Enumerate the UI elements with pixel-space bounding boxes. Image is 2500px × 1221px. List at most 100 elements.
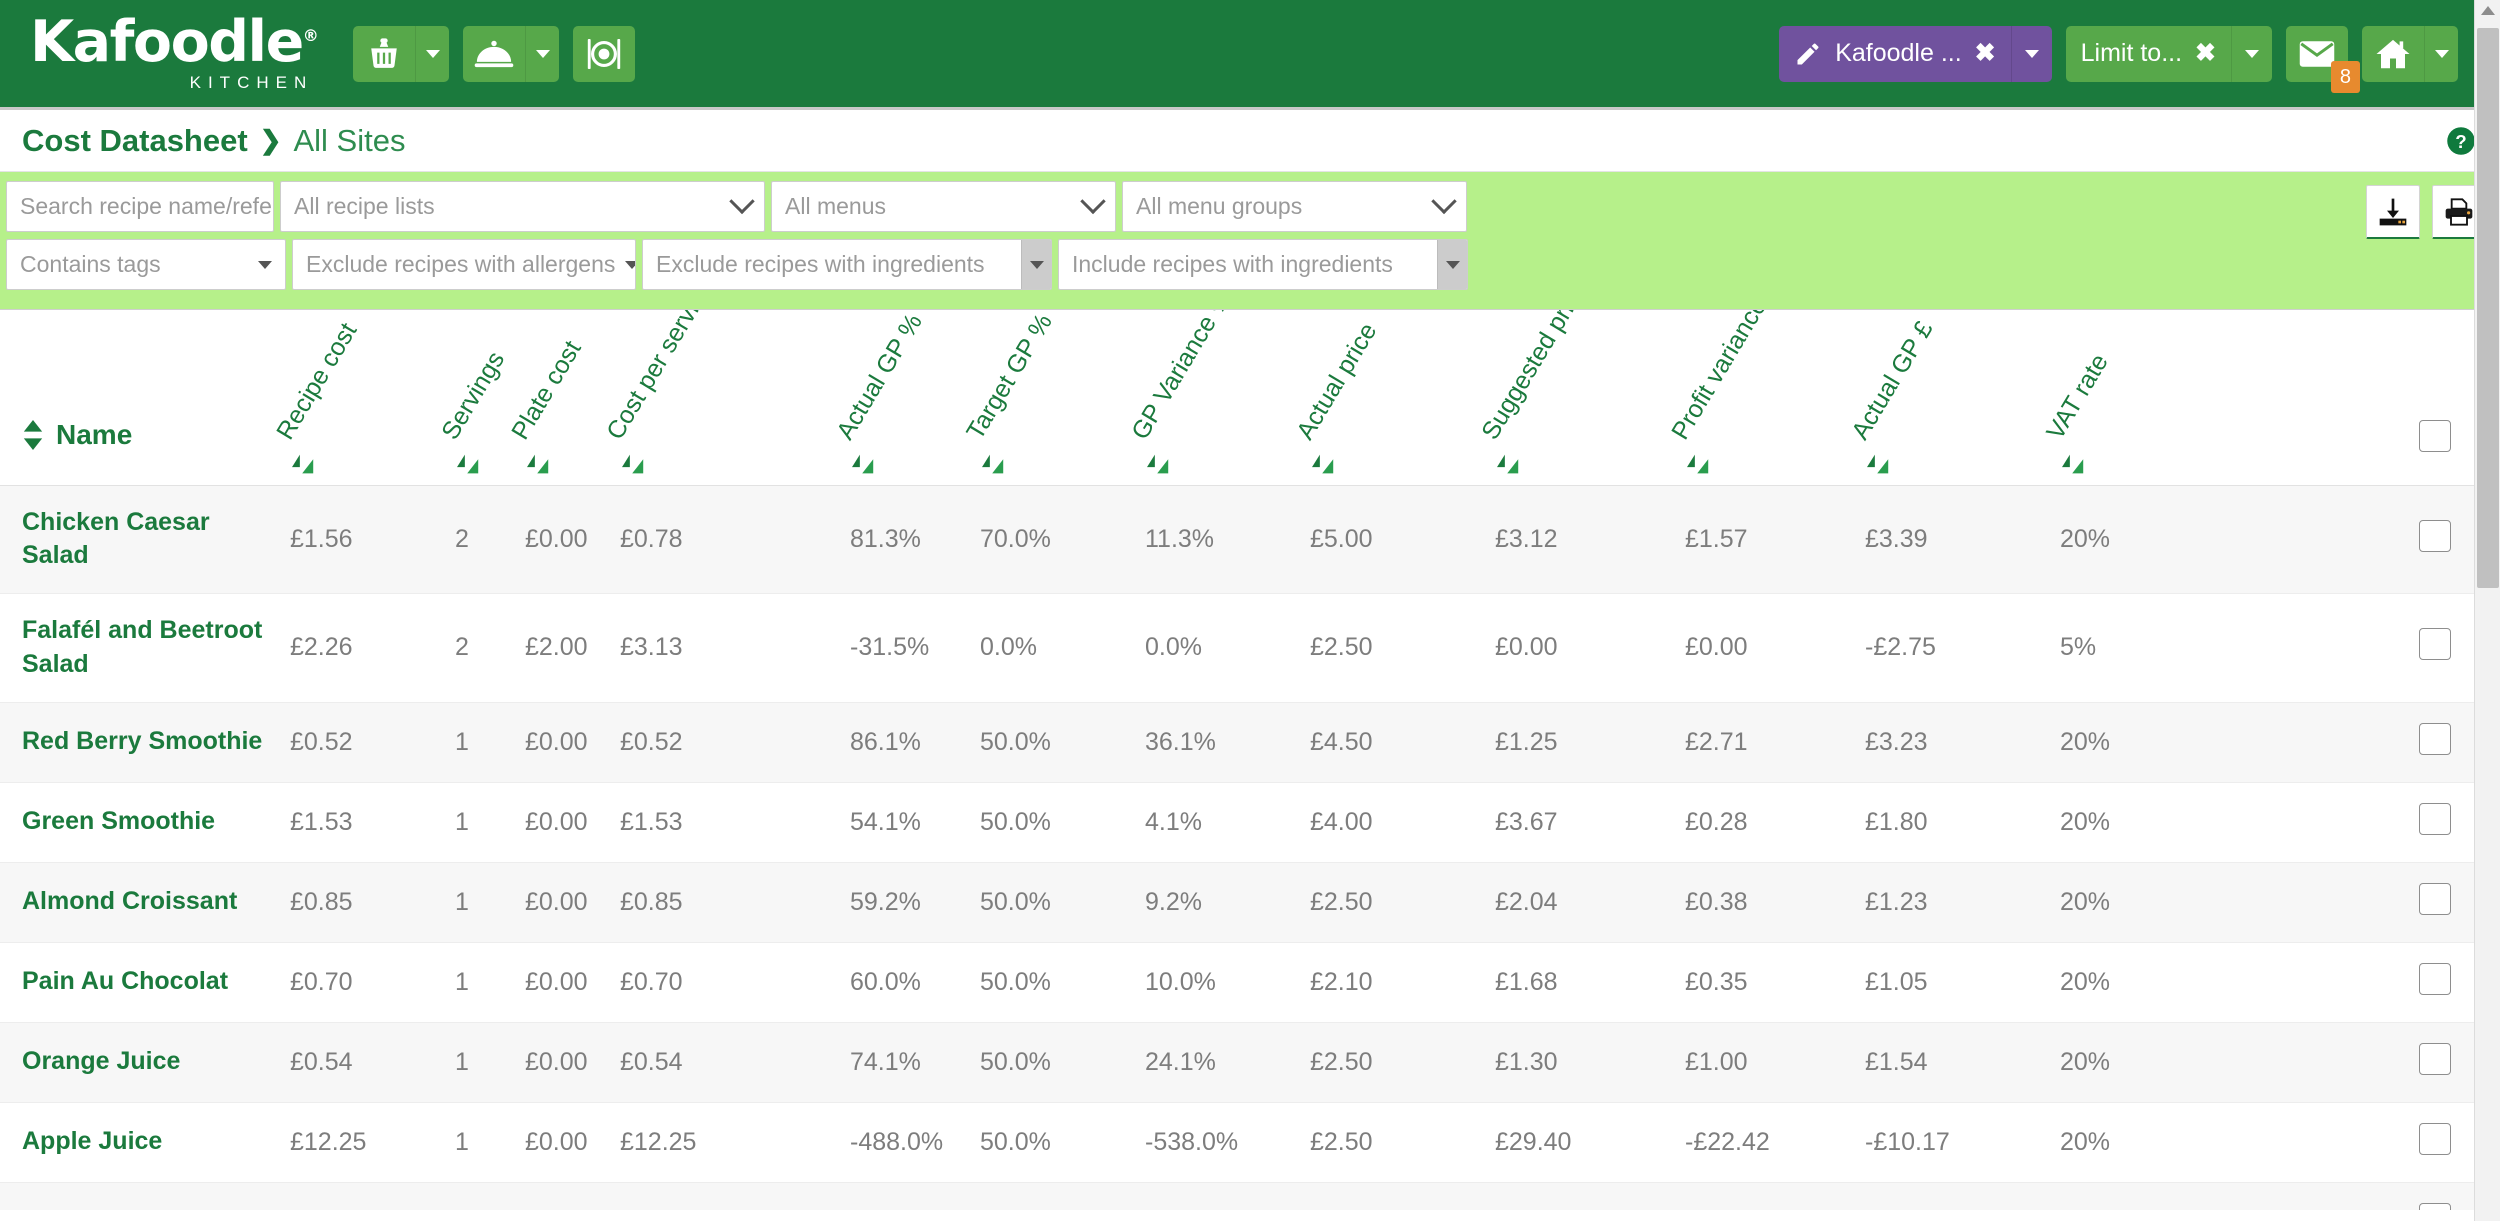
- column-header-cost-per-serving[interactable]: Cost per serving: [601, 310, 850, 486]
- basket-button[interactable]: [353, 25, 416, 82]
- exclude-allergens-select[interactable]: Exclude recipes with allergens: [292, 239, 636, 290]
- sort-icon[interactable]: [1497, 453, 1519, 475]
- table-row[interactable]: Red Berry Smoothie £0.52 1 £0.00 £0.52 86.1% 5…: [0, 702, 2475, 783]
- select-all-checkbox[interactable]: [2419, 419, 2451, 452]
- row-select-cell[interactable]: [2220, 593, 2475, 703]
- account-dropdown-toggle[interactable]: [2012, 26, 2052, 82]
- row-select-cell[interactable]: [2220, 485, 2475, 594]
- row-select-cell[interactable]: [2220, 1102, 2475, 1183]
- cell-suggested-price: £1.68: [1495, 942, 1685, 1023]
- column-header-actual-gp-gbp[interactable]: Actual GP £: [1846, 310, 2060, 486]
- download-button[interactable]: [2366, 185, 2420, 239]
- column-header-suggested-price[interactable]: Suggested price: [1476, 310, 1685, 486]
- row-checkbox[interactable]: [2419, 1042, 2451, 1075]
- sort-icon[interactable]: [852, 453, 874, 475]
- row-checkbox[interactable]: [2419, 519, 2451, 552]
- recipe-name-cell[interactable]: Red Berry Smoothie: [0, 702, 290, 783]
- column-header-target-gp-percent[interactable]: Target GP %: [961, 310, 1145, 486]
- sort-icon[interactable]: [1312, 453, 1334, 475]
- sort-icon[interactable]: [1147, 453, 1169, 475]
- breadcrumb-parent[interactable]: Cost Datasheet: [22, 123, 248, 159]
- row-checkbox[interactable]: [2419, 882, 2451, 915]
- column-header-profit-variance[interactable]: Profit variance: [1666, 310, 1865, 486]
- row-checkbox[interactable]: [2419, 962, 2451, 995]
- row-select-cell[interactable]: [2220, 1182, 2475, 1210]
- menus-select[interactable]: All menus: [771, 181, 1116, 232]
- row-checkbox[interactable]: [2419, 722, 2451, 755]
- menus-dropdown-toggle[interactable]: [525, 25, 560, 82]
- plate-cutlery-button[interactable]: [573, 25, 636, 82]
- sort-icon[interactable]: [982, 453, 1004, 475]
- row-checkbox[interactable]: [2419, 1122, 2451, 1155]
- recipe-name-cell[interactable]: Orange Juice: [0, 1022, 290, 1103]
- table-row[interactable]: Almond Croissant £0.85 1 £0.00 £0.85 59.2% 50.…: [0, 862, 2475, 943]
- column-header-actual-price[interactable]: Actual price: [1291, 310, 1495, 486]
- recipe-name-cell[interactable]: Chicken Caesar Salad: [0, 485, 290, 594]
- table-row[interactable]: Pain Au Chocolat £0.70 1 £0.00 £0.70 60.0% 50.…: [0, 942, 2475, 1023]
- column-header-gp-variance-percent[interactable]: GP Variance %: [1126, 310, 1310, 486]
- recipe-name-cell[interactable]: Pain Au Chocolat: [0, 942, 290, 1023]
- table-row[interactable]: Acai Granola Pot£1.541£0.00£1.5466.4%60.…: [0, 1182, 2475, 1210]
- table-row[interactable]: Falafél and Beetroot Salad £2.26 2 £2.00 £3.…: [0, 593, 2475, 703]
- row-select-cell[interactable]: [2220, 942, 2475, 1023]
- table-row[interactable]: Chicken Caesar Salad £1.56 2 £0.00 £0.78 81.3…: [0, 485, 2475, 594]
- recipe-name-cell[interactable]: Falafél and Beetroot Salad: [0, 593, 290, 703]
- column-header-name[interactable]: Name: [0, 310, 290, 486]
- row-checkbox[interactable]: [2419, 802, 2451, 835]
- home-button[interactable]: [2362, 25, 2424, 82]
- recipe-lists-select[interactable]: All recipe lists: [280, 181, 765, 232]
- kafoodle-logo[interactable]: Kafoodle® KITCHEN: [30, 14, 319, 93]
- recipe-name-cell[interactable]: Apple Juice: [0, 1102, 290, 1183]
- column-header-recipe-cost[interactable]: Recipe cost: [271, 310, 455, 486]
- limit-dropdown-toggle[interactable]: [2232, 26, 2272, 82]
- messages-button[interactable]: 8: [2286, 25, 2360, 93]
- home-button-group: [2362, 25, 2458, 82]
- sort-icon[interactable]: [527, 453, 549, 475]
- table-row[interactable]: Apple Juice £12.25 1 £0.00 £12.25 -488.0% 50.0…: [0, 1102, 2475, 1183]
- sort-icon[interactable]: [1867, 453, 1889, 475]
- row-select-cell[interactable]: [2220, 862, 2475, 943]
- cell-cost-per-serving: £0.78: [620, 485, 850, 594]
- basket-dropdown-toggle[interactable]: [415, 25, 450, 82]
- recipe-name-cell[interactable]: Acai Granola Pot: [0, 1182, 290, 1210]
- column-header-select-all[interactable]: [2220, 310, 2475, 486]
- cloche-button[interactable]: [463, 25, 526, 82]
- recipe-name-cell[interactable]: Almond Croissant: [0, 862, 290, 943]
- cell-suggested-price: £3.67: [1495, 782, 1685, 863]
- column-header-plate-cost[interactable]: Plate cost: [506, 310, 620, 486]
- home-dropdown-toggle[interactable]: [2424, 25, 2458, 82]
- sort-icon[interactable]: [1687, 453, 1709, 475]
- include-ingredients-dropdown-toggle[interactable]: [1437, 240, 1467, 289]
- exclude-ingredients-select[interactable]: Exclude recipes with ingredients: [642, 239, 1052, 290]
- sort-icon[interactable]: [2062, 453, 2084, 475]
- include-ingredients-select[interactable]: Include recipes with ingredients: [1058, 239, 1468, 290]
- cell-target-gp: 50.0%: [980, 1022, 1145, 1103]
- limit-button[interactable]: Limit to... ✖: [2066, 26, 2231, 82]
- menu-groups-select[interactable]: All menu groups: [1122, 181, 1467, 232]
- row-checkbox[interactable]: [2419, 1202, 2451, 1210]
- account-clear-icon[interactable]: ✖: [1975, 41, 1996, 66]
- filter-row-2: Contains tags Exclude recipes with aller…: [0, 239, 2500, 290]
- account-edit-button[interactable]: Kafoodle ... ✖: [1779, 26, 2010, 82]
- scroll-up-arrow-icon[interactable]: [2481, 6, 2495, 15]
- table-row[interactable]: Green Smoothie £1.53 1 £0.00 £1.53 54.1% 50.0%…: [0, 782, 2475, 863]
- row-select-cell[interactable]: [2220, 1022, 2475, 1103]
- contains-tags-select[interactable]: Contains tags: [6, 239, 286, 290]
- page-scrollbar[interactable]: [2474, 0, 2500, 1221]
- column-header-servings[interactable]: Servings: [436, 310, 525, 486]
- limit-clear-icon[interactable]: ✖: [2195, 41, 2216, 66]
- row-select-cell[interactable]: [2220, 782, 2475, 863]
- exclude-ingredients-dropdown-toggle[interactable]: [1021, 240, 1051, 289]
- recipe-name-cell[interactable]: Green Smoothie: [0, 782, 290, 863]
- column-header-vat-rate[interactable]: VAT rate: [2041, 310, 2220, 486]
- row-select-cell[interactable]: [2220, 702, 2475, 783]
- search-input[interactable]: Search recipe name/refe: [6, 181, 274, 232]
- column-header-actual-gp-percent[interactable]: Actual GP %: [831, 310, 980, 486]
- sort-icon[interactable]: [457, 453, 479, 475]
- sort-icon[interactable]: [622, 453, 644, 475]
- scrollbar-thumb[interactable]: [2477, 28, 2499, 588]
- table-row[interactable]: Orange Juice £0.54 1 £0.00 £0.54 74.1% 50.0% 24…: [0, 1022, 2475, 1103]
- sort-icon[interactable]: [292, 453, 314, 475]
- row-checkbox[interactable]: [2419, 628, 2451, 661]
- question-circle-icon[interactable]: ?: [2446, 126, 2476, 156]
